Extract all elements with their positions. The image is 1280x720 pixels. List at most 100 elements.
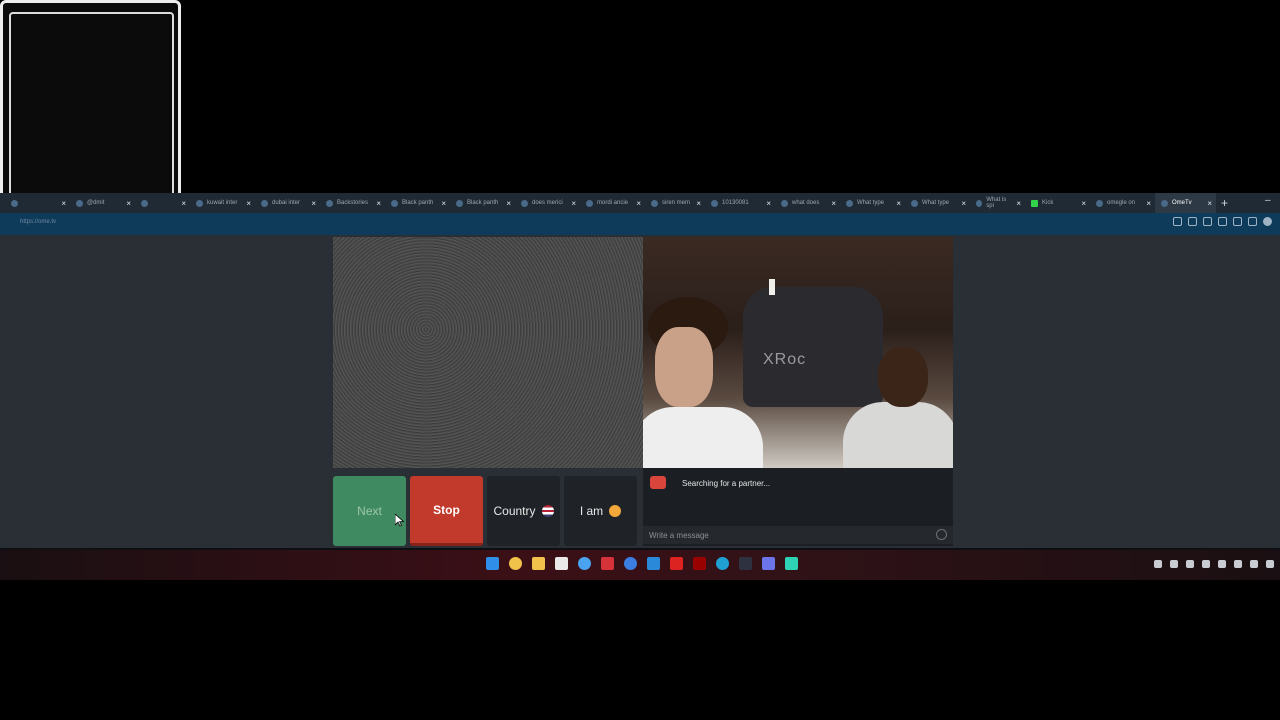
volume-icon[interactable] [1250,560,1258,568]
favorites-icon[interactable] [1248,217,1257,226]
tab-label: Black panth [467,200,499,206]
browser-tab[interactable]: Backstories × [320,193,385,213]
app-icon[interactable] [739,557,752,570]
profile-avatar[interactable] [1263,217,1272,226]
mcafee-icon[interactable] [601,557,614,570]
close-tab-icon[interactable]: × [1016,199,1025,208]
browser-tab[interactable]: Black panth × [385,193,450,213]
cloud-icon[interactable] [1170,560,1178,568]
favicon-icon [261,199,268,207]
browser-tab[interactable]: OmeTv × [1155,193,1216,213]
browser-tab[interactable]: What type × [905,193,970,213]
edge-icon[interactable] [716,557,729,570]
close-tab-icon[interactable]: × [506,199,515,208]
gender-selector-button[interactable]: I am [564,476,637,546]
browser-tab[interactable]: does merici × [515,193,580,213]
address-bar-icons [1173,217,1272,226]
stop-button[interactable]: Stop [410,476,483,546]
browser-tab[interactable]: × [5,193,70,213]
chevron-up-icon[interactable] [1154,560,1162,568]
new-tab-button[interactable]: + [1221,196,1228,210]
favicon-icon [391,199,398,207]
favicon-icon [521,199,528,207]
browser-tab[interactable]: @dmit × [70,193,135,213]
stop-button-label: Stop [433,502,460,517]
refresh-icon[interactable] [1218,217,1227,226]
favicon-icon [846,199,853,207]
close-tab-icon[interactable]: × [961,199,970,208]
emoji-icon[interactable] [936,529,947,540]
tab-label: what does [792,200,820,206]
tab-label: kuwait inter [207,200,238,206]
close-tab-icon[interactable]: × [441,199,450,208]
windows-start-icon[interactable] [486,557,499,570]
microphone-icon[interactable] [1186,560,1194,568]
extension-puzzle-icon[interactable] [1233,217,1242,226]
extensions-icon[interactable] [1173,217,1182,226]
browser-tab[interactable]: mordi ancie × [580,193,645,213]
browser-tab[interactable]: what does × [775,193,840,213]
display-icon[interactable] [1202,560,1210,568]
favicon-icon [781,199,788,207]
youtube-icon[interactable] [670,557,683,570]
close-tab-icon[interactable]: × [636,199,645,208]
favicon-icon [1161,199,1168,207]
keyboard-icon[interactable] [1218,560,1226,568]
country-selector-button[interactable]: Country [487,476,560,546]
zoom-icon[interactable] [1188,217,1197,226]
app-icon[interactable] [693,557,706,570]
safari-icon[interactable] [578,557,591,570]
close-tab-icon[interactable]: × [311,199,320,208]
notepad-icon[interactable] [555,557,568,570]
person-shirt [843,402,953,468]
chrome-icon[interactable] [509,557,522,570]
tab-label: mordi ancie [597,200,629,206]
close-tab-icon[interactable]: × [571,199,580,208]
taskbar-apps [486,557,798,570]
url-field[interactable]: https://ome.tv [20,219,56,225]
close-tab-icon[interactable]: × [896,199,905,208]
close-tab-icon[interactable]: × [181,199,190,208]
favicon-icon [1031,199,1038,207]
browser-tab[interactable]: What type × [840,193,905,213]
close-tab-icon[interactable]: × [246,199,255,208]
close-tab-icon[interactable]: × [61,199,70,208]
discord-icon[interactable] [762,557,775,570]
app-icon[interactable] [785,557,798,570]
mail-icon[interactable] [647,557,660,570]
next-button-label: Next [357,504,382,518]
close-tab-icon[interactable]: × [696,199,705,208]
bookmark-star-icon[interactable] [1203,217,1212,226]
browser-tab[interactable]: siren mem × [645,193,705,213]
close-tab-icon[interactable]: × [1207,199,1216,208]
browser-tab[interactable]: What is spi × [970,193,1025,213]
country-button-label: Country [493,504,536,518]
browser-tab[interactable]: × [135,193,190,213]
close-tab-icon[interactable]: × [1081,199,1090,208]
browser-tab[interactable]: omegle on × [1090,193,1155,213]
message-input[interactable] [643,526,953,544]
minimize-button[interactable]: – [1265,195,1271,206]
close-tab-icon[interactable]: × [831,199,840,208]
next-button[interactable]: Next [333,476,406,546]
browser-tab[interactable]: dubai inter × [255,193,320,213]
browser-tab[interactable]: Black panth × [450,193,515,213]
browser-icon[interactable] [624,557,637,570]
close-tab-icon[interactable]: × [376,199,385,208]
browser-tab[interactable]: Kick × [1025,193,1090,213]
system-tray [1154,560,1274,568]
wifi-icon[interactable] [1234,560,1242,568]
favicon-icon [651,199,658,207]
close-tab-icon[interactable]: × [126,199,135,208]
favicon-icon [141,199,148,207]
favicon-icon [11,199,18,207]
favicon-icon [1096,199,1103,207]
browser-tab[interactable]: kuwait inter × [190,193,255,213]
browser-tab[interactable]: 10130081 × [705,193,775,213]
tab-label: dubai inter [272,200,301,206]
close-tab-icon[interactable]: × [766,199,775,208]
battery-icon[interactable] [1266,560,1274,568]
own-camera-view [333,237,643,468]
close-tab-icon[interactable]: × [1146,199,1155,208]
file-explorer-icon[interactable] [532,557,545,570]
